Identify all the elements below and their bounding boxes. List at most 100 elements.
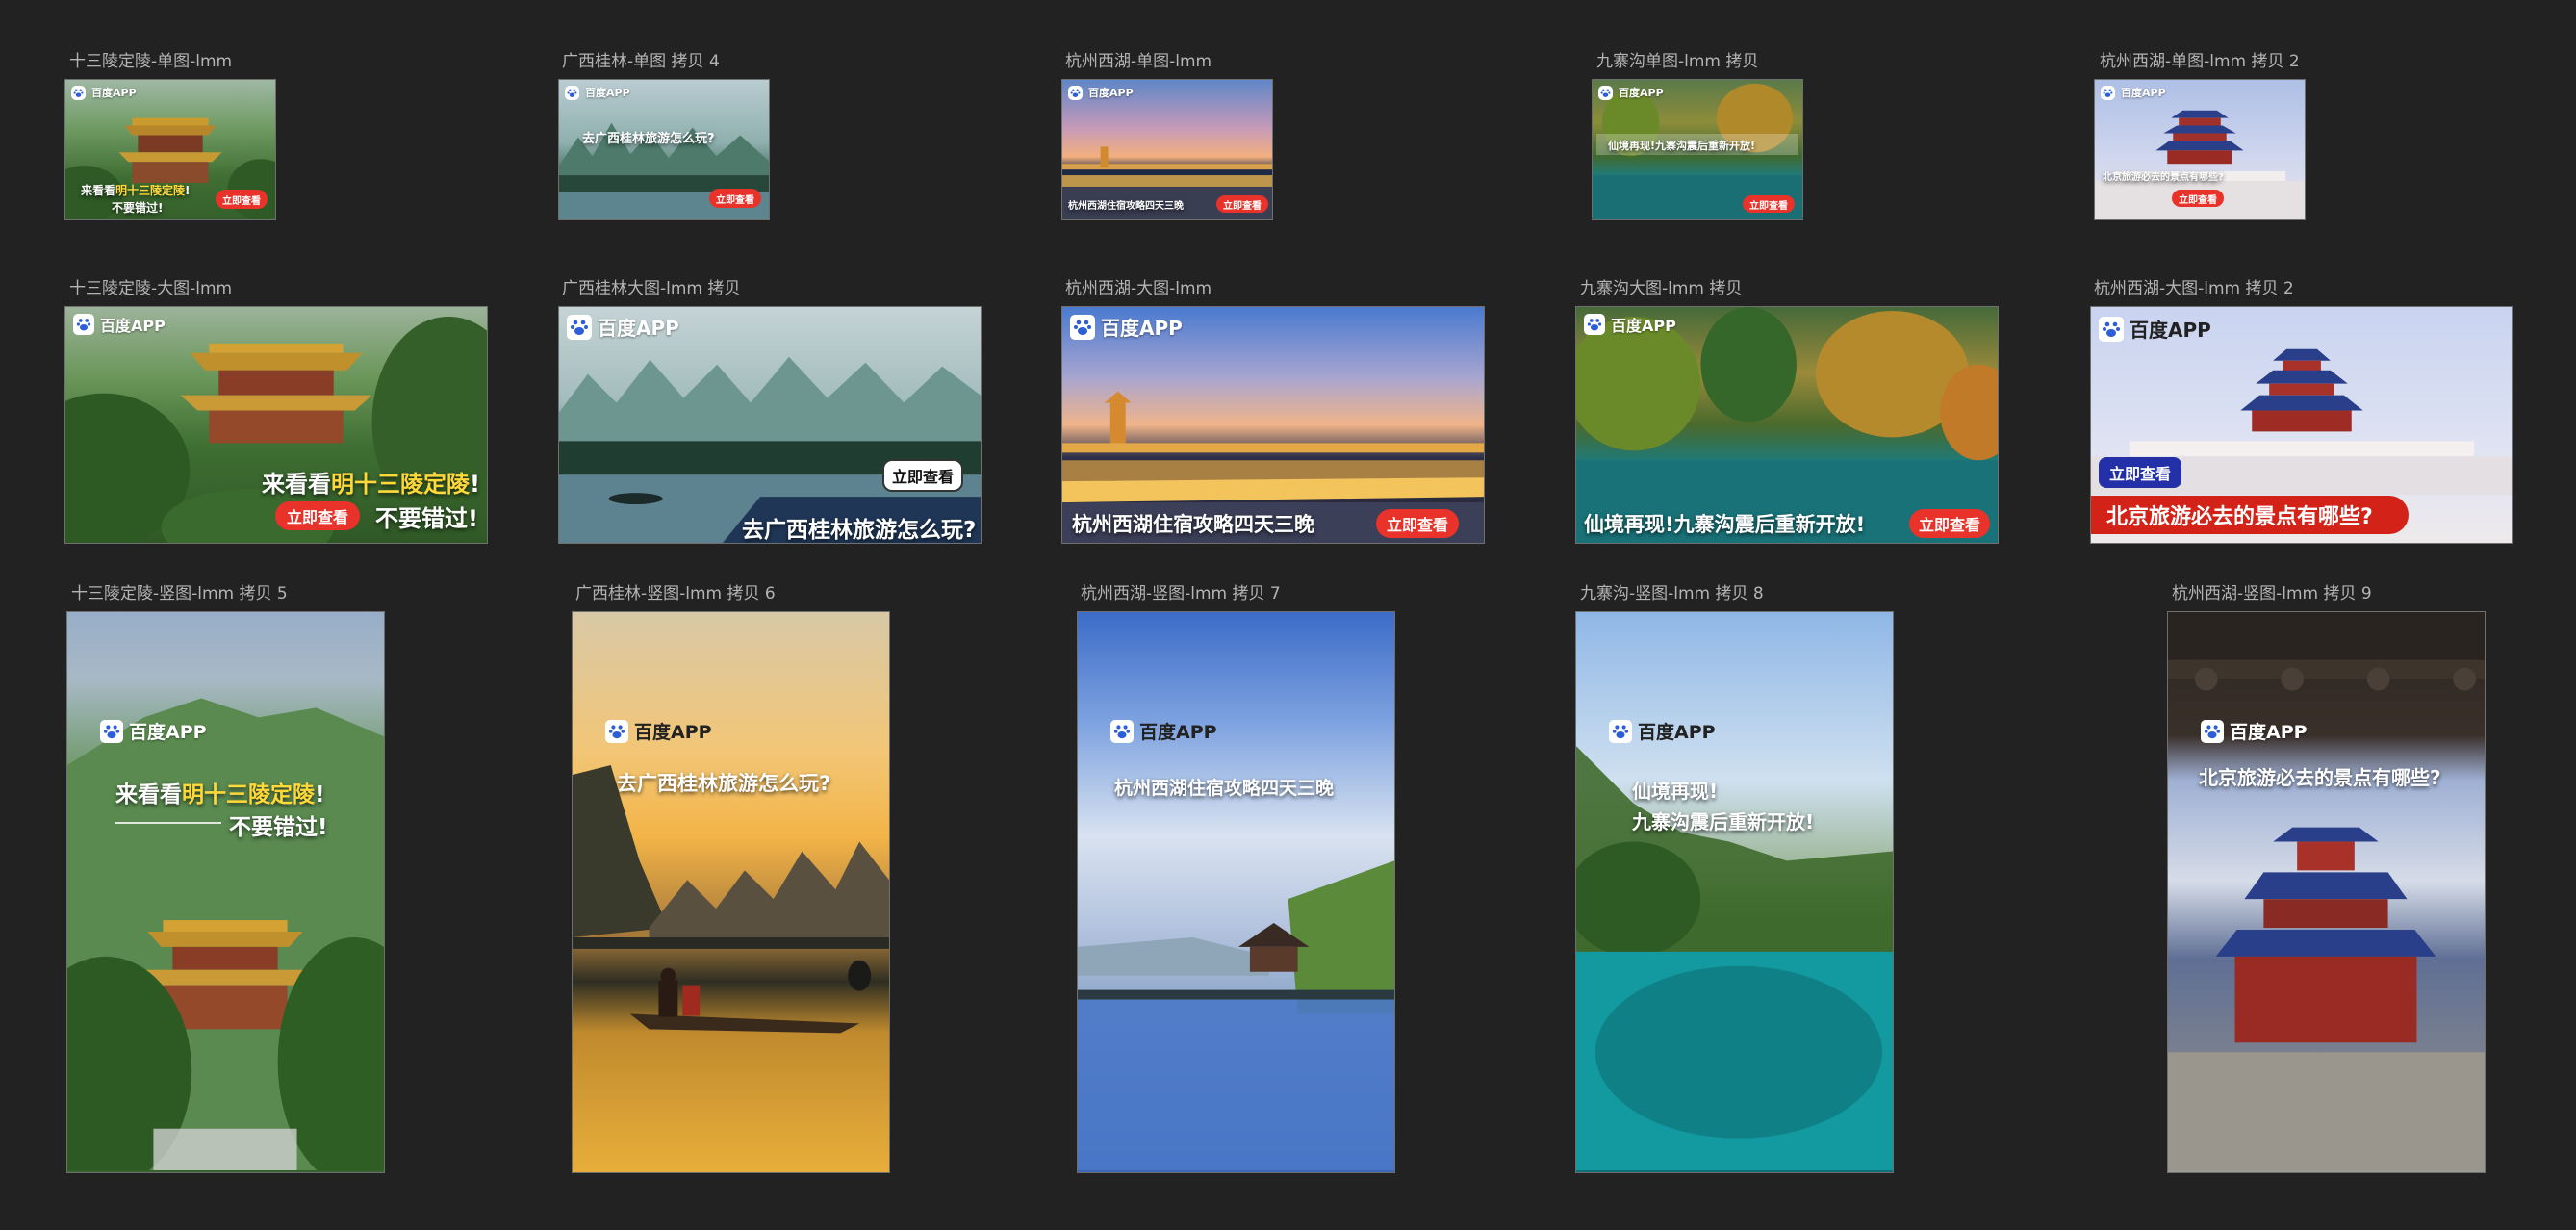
ad-subline: 不要错过! [112, 201, 164, 215]
artboard-jiuzhai-vertical[interactable]: 百度APP 仙境再现! 九寨沟震后重新开放! [1575, 611, 1894, 1173]
cta-button[interactable]: 立即查看 [882, 459, 963, 492]
artboard-westlake-large[interactable]: 百度APP 杭州西湖住宿攻略四天三晚 立即查看 [1061, 306, 1485, 544]
westlake-scene [1078, 860, 1394, 1171]
guilin-scene [559, 356, 981, 543]
artboard-westlake-vertical[interactable]: 百度APP 杭州西湖住宿攻略四天三晚 [1077, 611, 1395, 1173]
baidu-paw-icon [565, 85, 579, 100]
baidu-paw-icon [73, 314, 94, 335]
logo-text: 百度APP [1088, 87, 1134, 99]
westlake-scene [1062, 391, 1484, 543]
logo-text: 百度APP [2130, 319, 2211, 342]
artboard-beijing-single[interactable]: 百度APP 北京旅游必去的景点有哪些? 立即查看 [2094, 79, 2306, 220]
baidu-paw-icon [1070, 314, 1095, 340]
cta-button[interactable]: 立即查看 [709, 189, 761, 208]
artboard-beijing-large[interactable]: 百度APP 立即查看 北京旅游必去的景点有哪些? [2090, 306, 2513, 544]
logo-text: 百度APP [100, 317, 166, 335]
logo: 百度APP [1070, 313, 1183, 341]
divider-line [115, 822, 221, 824]
frame-label-ming-large[interactable]: 十三陵定陵-大图-lmm [69, 279, 232, 298]
ad-headline: 北京旅游必去的景点有哪些? [2091, 496, 2409, 534]
logo: 百度APP [1584, 313, 1676, 336]
ad-headline: 北京旅游必去的景点有哪些? [2199, 766, 2441, 789]
baidu-paw-icon [1068, 85, 1083, 100]
artboard-guilin-large[interactable]: 百度APP 立即查看 去广西桂林旅游怎么玩? [558, 306, 982, 544]
logo-text: 百度APP [1139, 722, 1217, 743]
baidu-paw-icon [100, 719, 123, 743]
jiuzhai-scene [1576, 746, 1893, 1171]
baidu-paw-icon [2101, 85, 2115, 100]
frame-label-guilin-single[interactable]: 广西桂林-单图 拷贝 4 [562, 52, 720, 71]
baidu-paw-icon [2099, 316, 2124, 342]
cta-button[interactable]: 立即查看 [216, 190, 268, 209]
ad-subline: 不要错过! [229, 815, 328, 840]
frame-label-westlake-single[interactable]: 杭州西湖-单图-lmm [1065, 52, 1211, 71]
logo-text: 百度APP [2121, 87, 2166, 99]
guilin-scene [573, 765, 889, 1034]
frame-label-westlake-large[interactable]: 杭州西湖-大图-lmm [1065, 279, 1211, 298]
artboard-westlake-single[interactable]: 百度APP 杭州西湖住宿攻略四天三晚 立即查看 [1061, 79, 1273, 220]
baidu-paw-icon [1609, 719, 1632, 743]
frame-label-jiuzhai-single[interactable]: 九寨沟单图-lmm 拷贝 [1596, 52, 1758, 71]
ming-scene [67, 698, 384, 1171]
logo-text: 百度APP [2230, 722, 2308, 743]
logo: 百度APP [2099, 315, 2211, 343]
ad-headline: 去广西桂林旅游怎么玩? [742, 518, 977, 543]
logo: 百度APP [1110, 718, 1217, 744]
logo-text: 百度APP [1638, 722, 1716, 743]
artboard-guilin-single[interactable]: 百度APP 去广西桂林旅游怎么玩? 立即查看 [558, 79, 770, 220]
artboard-guilin-vertical[interactable]: 百度APP 去广西桂林旅游怎么玩? [572, 611, 890, 1173]
cta-button[interactable]: 立即查看 [2172, 190, 2224, 207]
artboard-ming-large[interactable]: 百度APP 来看看明十三陵定陵! 不要错过! 立即查看 [64, 306, 488, 544]
frame-label-ming-single[interactable]: 十三陵定陵-单图-lmm [69, 52, 232, 71]
artboard-beijing-vertical[interactable]: 百度APP 北京旅游必去的景点有哪些? [2167, 611, 2486, 1173]
cta-button[interactable]: 立即查看 [275, 501, 360, 530]
logo: 百度APP [1068, 85, 1134, 100]
ad-headline: 北京旅游必去的景点有哪些? [2103, 172, 2224, 183]
baidu-paw-icon [1598, 85, 1613, 100]
baidu-paw-icon [71, 85, 86, 100]
logo: 百度APP [71, 85, 137, 100]
frame-label-beijing-single[interactable]: 杭州西湖-单图-lmm 拷贝 2 [2100, 52, 2300, 71]
frame-label-jiuzhai-vertical[interactable]: 九寨沟-竖图-lmm 拷贝 8 [1580, 584, 1764, 603]
ad-headline: 去广西桂林旅游怎么玩? [582, 132, 715, 146]
frame-label-guilin-large[interactable]: 广西桂林大图-lmm 拷贝 [562, 279, 740, 298]
cta-button[interactable]: 立即查看 [1216, 195, 1268, 213]
artboard-jiuzhai-large[interactable]: 百度APP 仙境再现!九寨沟震后重新开放! 立即查看 [1575, 306, 1999, 544]
ad-headline: 来看看明十三陵定陵! [262, 471, 480, 498]
logo: 百度APP [1598, 85, 1664, 100]
artboard-jiuzhai-single[interactable]: 百度APP 仙境再现!九寨沟震后重新开放! 立即查看 [1592, 79, 1803, 220]
logo: 百度APP [567, 313, 679, 341]
frame-label-beijing-vertical[interactable]: 杭州西湖-竖图-lmm 拷贝 9 [2172, 584, 2372, 603]
artboard-ming-vertical[interactable]: 百度APP 来看看明十三陵定陵! 不要错过! [66, 611, 385, 1173]
ad-headline: 仙境再现!九寨沟震后重新开放! [1584, 513, 1866, 536]
cta-button[interactable]: 立即查看 [1743, 195, 1795, 213]
cta-button[interactable]: 立即查看 [1909, 509, 1990, 538]
ad-subline: 不要错过! [375, 505, 478, 532]
logo: 百度APP [2201, 718, 2308, 744]
baidu-paw-icon [2201, 719, 2224, 743]
frame-label-jiuzhai-large[interactable]: 九寨沟大图-lmm 拷贝 [1580, 279, 1742, 298]
logo-text: 百度APP [634, 722, 712, 743]
ad-headline: 杭州西湖住宿攻略四天三晚 [1114, 778, 1335, 799]
logo: 百度APP [2101, 85, 2166, 100]
baidu-paw-icon [567, 314, 592, 340]
logo-text: 百度APP [1619, 87, 1664, 99]
cta-button[interactable]: 立即查看 [1376, 509, 1459, 538]
logo: 百度APP [605, 718, 712, 744]
logo: 百度APP [1609, 718, 1716, 744]
frame-label-beijing-large[interactable]: 杭州西湖-大图-lmm 拷贝 2 [2094, 279, 2294, 298]
frame-label-ming-vertical[interactable]: 十三陵定陵-竖图-lmm 拷贝 5 [71, 584, 288, 603]
ad-headline: 杭州西湖住宿攻略四天三晚 [1072, 513, 1314, 536]
artboard-ming-single[interactable]: 百度APP 来看看明十三陵定陵! 不要错过! 立即查看 [64, 79, 276, 220]
cta-button[interactable]: 立即查看 [2099, 457, 2181, 488]
logo-text: 百度APP [598, 317, 679, 340]
baidu-paw-icon [605, 719, 628, 743]
frame-label-guilin-vertical[interactable]: 广西桂林-竖图-lmm 拷贝 6 [575, 584, 776, 603]
ad-headline-line1: 仙境再现! [1632, 780, 1719, 803]
frame-label-westlake-vertical[interactable]: 杭州西湖-竖图-lmm 拷贝 7 [1081, 584, 1281, 603]
baidu-paw-icon [1584, 314, 1605, 335]
beijing-scene [2168, 612, 2485, 1171]
logo-text: 百度APP [585, 87, 630, 99]
ad-headline: 来看看明十三陵定陵! [81, 184, 191, 197]
ad-headline: 去广西桂林旅游怎么玩? [617, 772, 831, 795]
